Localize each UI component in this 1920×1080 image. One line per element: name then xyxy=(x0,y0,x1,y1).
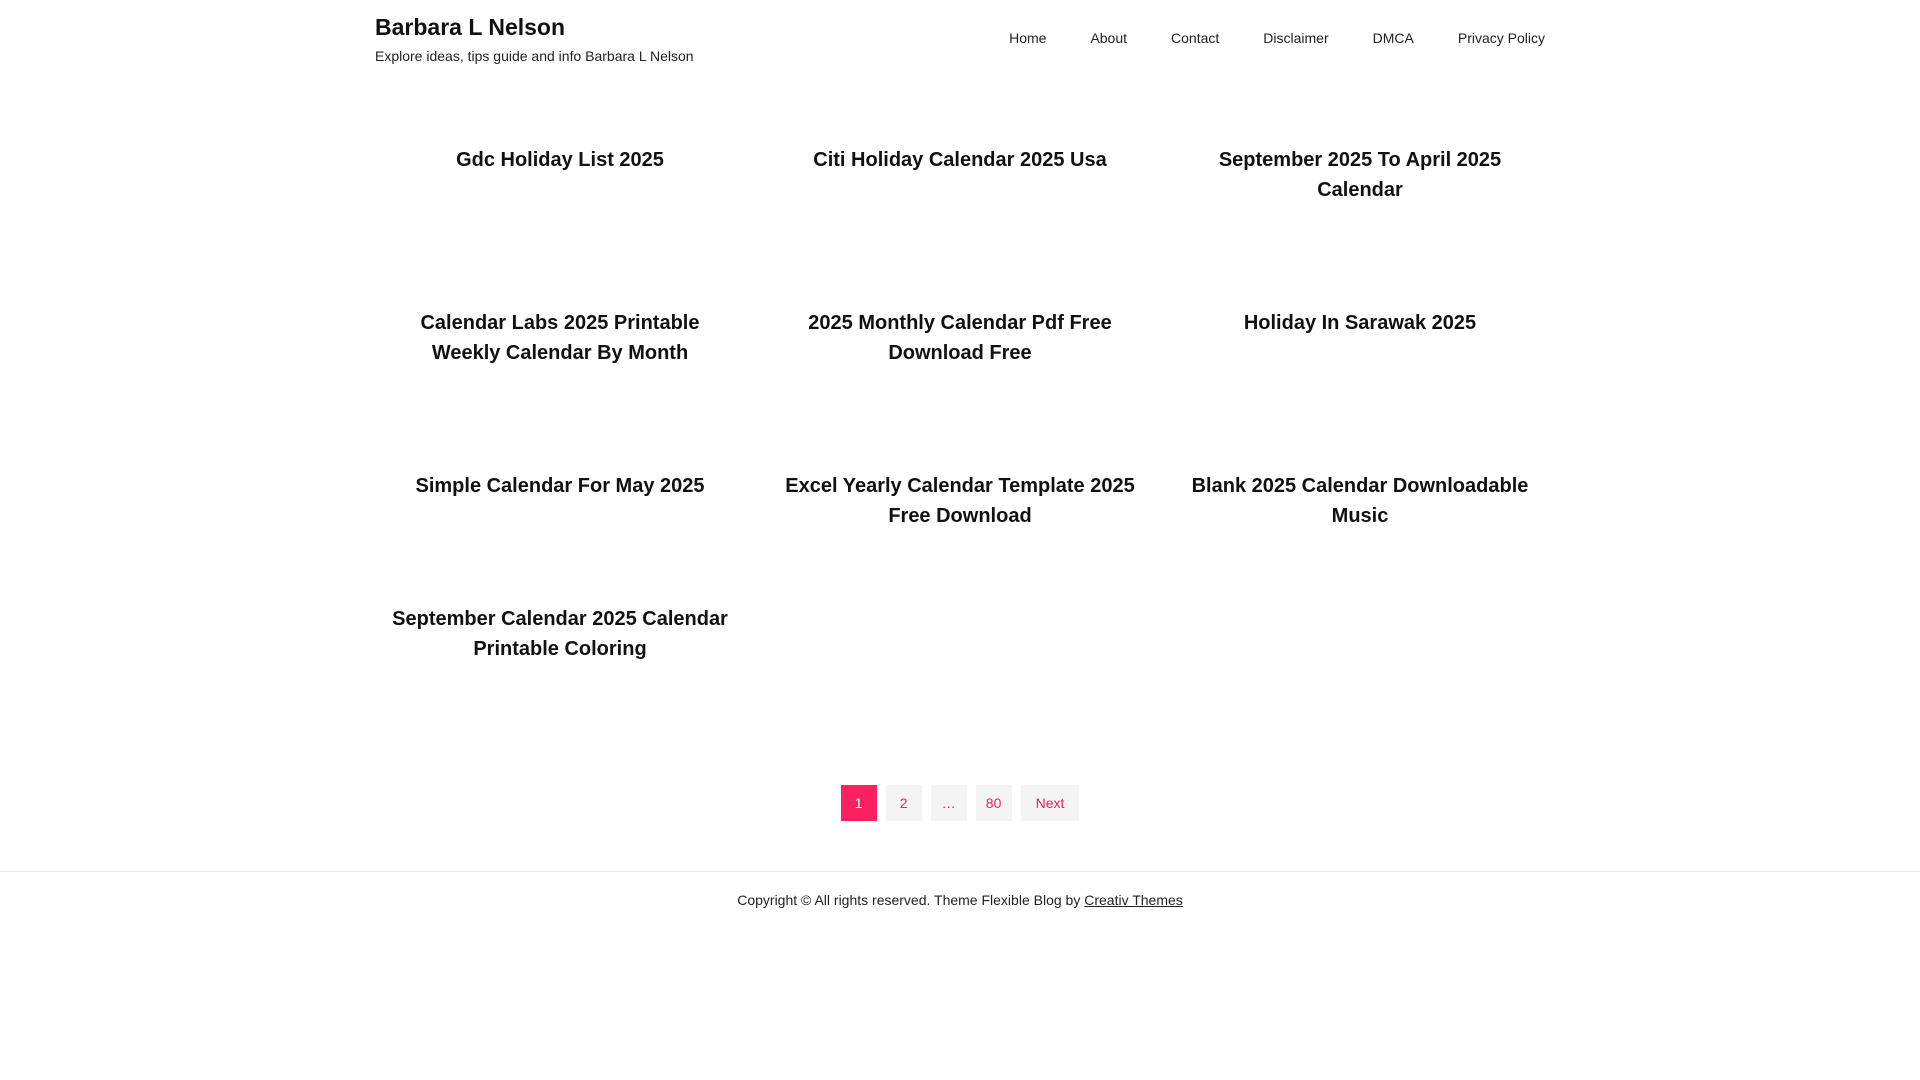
posts-grid: Gdc Holiday List 2025 Citi Holiday Calen… xyxy=(375,145,1545,737)
theme-author-link[interactable]: Creativ Themes xyxy=(1084,892,1183,908)
site-footer: Copyright © All rights reserved. Theme F… xyxy=(0,871,1920,908)
copyright-text: Copyright © All rights reserved. Theme F… xyxy=(737,892,1085,908)
main-nav: Home About Contact Disclaimer DMCA Priva… xyxy=(987,30,1545,46)
post-card: Excel Yearly Calendar Template 2025 Free… xyxy=(775,471,1145,634)
site-title[interactable]: Barbara L Nelson xyxy=(375,14,565,41)
post-card: September Calendar 2025 Calendar Printab… xyxy=(375,604,745,737)
site-tagline: Explore ideas, tips guide and info Barba… xyxy=(375,48,694,64)
post-title-link[interactable]: Blank 2025 Calendar Downloadable Music xyxy=(1185,471,1535,531)
pagination: 1 2 … 80 Next xyxy=(0,785,1920,821)
nav-item-about[interactable]: About xyxy=(1068,30,1149,46)
nav-item-home[interactable]: Home xyxy=(987,30,1068,46)
site-header: Barbara L Nelson Explore ideas, tips gui… xyxy=(375,0,1545,90)
next-page-link[interactable]: Next xyxy=(1020,785,1080,821)
post-title-link[interactable]: Citi Holiday Calendar 2025 Usa xyxy=(813,145,1106,175)
post-title-link[interactable]: Simple Calendar For May 2025 xyxy=(415,471,704,501)
post-card: Citi Holiday Calendar 2025 Usa xyxy=(775,145,1145,308)
post-card: Gdc Holiday List 2025 xyxy=(375,145,745,308)
post-title-link[interactable]: Holiday In Sarawak 2025 xyxy=(1244,308,1476,338)
post-card: Blank 2025 Calendar Downloadable Music xyxy=(1175,471,1545,634)
nav-item-dmca[interactable]: DMCA xyxy=(1351,30,1436,46)
post-title-link[interactable]: Gdc Holiday List 2025 xyxy=(456,145,664,175)
post-title-link[interactable]: Calendar Labs 2025 Printable Weekly Cale… xyxy=(385,308,735,368)
post-title-link[interactable]: Excel Yearly Calendar Template 2025 Free… xyxy=(785,471,1135,531)
post-card: Holiday In Sarawak 2025 xyxy=(1175,308,1545,471)
post-title-link[interactable]: September Calendar 2025 Calendar Printab… xyxy=(385,604,735,664)
nav-item-privacy-policy[interactable]: Privacy Policy xyxy=(1436,30,1545,46)
post-card: September 2025 To April 2025 Calendar xyxy=(1175,145,1545,308)
post-title-link[interactable]: 2025 Monthly Calendar Pdf Free Download … xyxy=(785,308,1135,368)
post-card: 2025 Monthly Calendar Pdf Free Download … xyxy=(775,308,1145,471)
page-current: 1 xyxy=(840,785,877,821)
page-last-link[interactable]: 80 xyxy=(975,785,1012,821)
page-2-link[interactable]: 2 xyxy=(885,785,922,821)
post-card: Calendar Labs 2025 Printable Weekly Cale… xyxy=(375,308,745,471)
page-dots: … xyxy=(930,785,967,821)
nav-item-disclaimer[interactable]: Disclaimer xyxy=(1241,30,1350,46)
nav-item-contact[interactable]: Contact xyxy=(1149,30,1241,46)
post-title-link[interactable]: September 2025 To April 2025 Calendar xyxy=(1185,145,1535,205)
